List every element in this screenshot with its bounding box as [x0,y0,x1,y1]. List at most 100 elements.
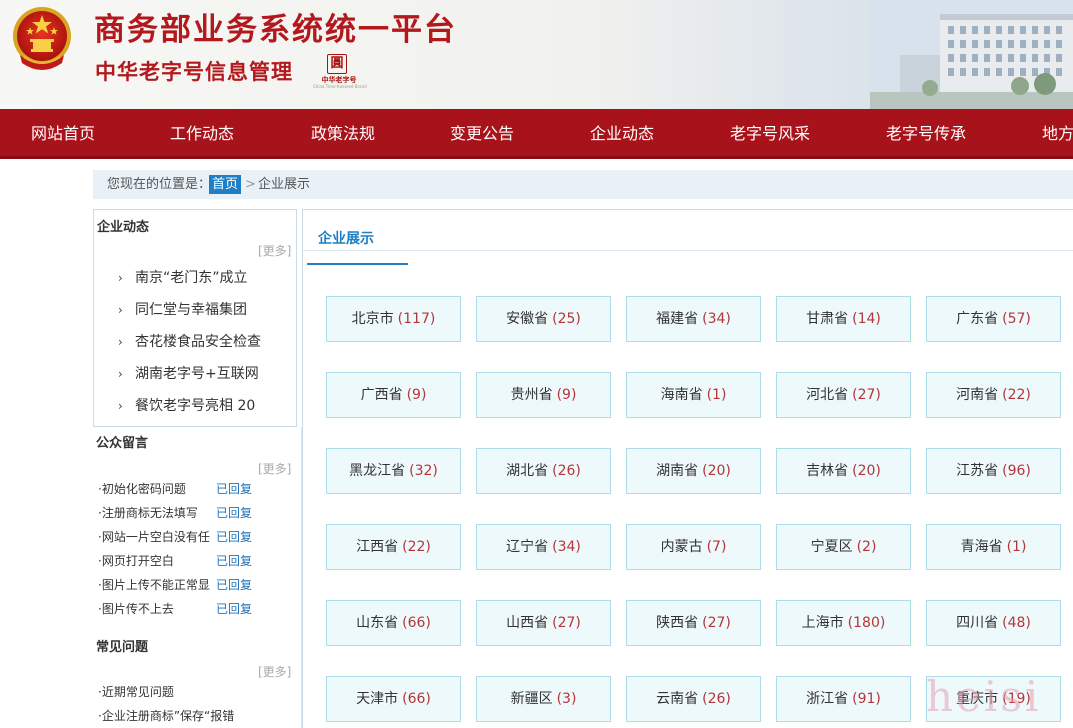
province-button[interactable]: 四川省 (48) [926,600,1061,646]
province-button[interactable]: 江苏省 (96) [926,448,1061,494]
province-count: (20) [852,463,881,479]
province-button[interactable]: 广西省 (9) [326,372,461,418]
message-item[interactable]: ·初始化密码问题 已回复 [98,480,298,498]
news-item[interactable]: › 南京“老门东”成立 [118,267,288,287]
province-name: 北京市 [351,311,394,327]
province-count: (48) [1002,615,1031,631]
province-button[interactable]: 天津市 (66) [326,676,461,722]
province-count: (9) [556,387,577,403]
system-subtitle: 中华老字号信息管理 [95,60,293,84]
news-item[interactable]: › 餐饮老字号亮相 20 [118,395,288,415]
province-button[interactable]: 贵州省 (9) [476,372,611,418]
news-item[interactable]: › 杏花楼食品安全检查 [118,331,288,351]
nav-item-brand-heritage[interactable]: 老字号传承 [886,109,966,156]
province-count: (3) [556,691,577,707]
province-button[interactable]: 河南省 (22) [926,372,1061,418]
province-count: (20) [702,463,731,479]
province-button[interactable]: 吉林省 (20) [776,448,911,494]
province-button[interactable]: 云南省 (26) [626,676,761,722]
chevron-right-icon: › [118,367,123,381]
province-button[interactable]: 宁夏区 (2) [776,524,911,570]
nav-item-work-news[interactable]: 工作动态 [170,109,234,156]
reply-status: 已回复 [216,578,253,592]
province-button[interactable]: 山东省 (66) [326,600,461,646]
company-news-title: 企业动态 [97,220,150,235]
message-item[interactable]: ·注册商标无法填写 已回复 [98,504,298,522]
province-count: (117) [397,311,436,327]
nav-item-local[interactable]: 地方 [1042,109,1073,156]
message-item[interactable]: ·网站一片空白没有任 已回复 [98,528,298,546]
nav-item-policies[interactable]: 政策法规 [311,109,375,156]
province-count: (7) [706,539,727,555]
province-name: 甘肃省 [806,311,849,327]
province-name: 福建省 [656,311,699,327]
province-button[interactable]: 福建省 (34) [626,296,761,342]
faq-item[interactable]: ·企业注册商标”保存“报错 [98,707,298,725]
province-count: (27) [852,387,881,403]
province-button[interactable]: 甘肃省 (14) [776,296,911,342]
province-button[interactable]: 北京市 (117) [326,296,461,342]
faq-item[interactable]: ·近期常见问题 [98,683,298,701]
province-name: 上海市 [801,615,844,631]
company-news-more-link[interactable]: [更多] [258,242,291,259]
reply-status: 已回复 [216,554,253,568]
province-count: (66) [402,691,431,707]
province-button[interactable]: 湖北省 (26) [476,448,611,494]
province-name: 黑龙江省 [349,463,406,479]
nav-item-home[interactable]: 网站首页 [31,109,95,156]
province-name: 四川省 [956,615,999,631]
province-count: (27) [552,615,581,631]
nav-item-change-notices[interactable]: 变更公告 [450,109,514,156]
reply-status: 已回复 [216,530,253,544]
province-name: 海南省 [660,387,703,403]
province-button[interactable]: 广东省 (57) [926,296,1061,342]
province-button[interactable]: 青海省 (1) [926,524,1061,570]
province-button[interactable]: 上海市 (180) [776,600,911,646]
province-button[interactable]: 黑龙江省 (32) [326,448,461,494]
province-name: 内蒙古 [660,539,703,555]
message-item[interactable]: ·图片传不上去 已回复 [98,600,298,618]
province-button[interactable]: 新疆区 (3) [476,676,611,722]
province-button[interactable]: 江西省 (22) [326,524,461,570]
province-name: 河南省 [956,387,999,403]
company-news-panel: 企业动态 [更多] › 南京“老门东”成立 › 同仁堂与幸福集团 › 杏花楼食品安全检… [93,209,297,427]
message-item[interactable]: ·网页打开空白 已回复 [98,552,298,570]
province-button[interactable]: 海南省 (1) [626,372,761,418]
province-count: (25) [552,311,581,327]
nav-item-company-news[interactable]: 企业动态 [590,109,654,156]
province-name: 宁夏区 [810,539,853,555]
site-title: 商务部业务系统统一平台 [94,12,457,48]
faq-title: 常见问题 [96,640,149,655]
brand-logo-english: China Time-honored Brand [313,84,367,89]
province-name: 山西省 [506,615,549,631]
ministry-building-image [870,0,1073,109]
province-name: 湖南省 [656,463,699,479]
province-count: (14) [852,311,881,327]
message-item[interactable]: ·图片上传不能正常显 已回复 [98,576,298,594]
province-button[interactable]: 湖南省 (20) [626,448,761,494]
province-button[interactable]: 内蒙古 (7) [626,524,761,570]
province-button[interactable]: 安徽省 (25) [476,296,611,342]
province-name: 天津市 [356,691,399,707]
province-name: 辽宁省 [506,539,549,555]
province-count: (180) [847,615,886,631]
tab-enterprise-showcase[interactable]: 企业展示 [318,228,374,248]
province-name: 山东省 [356,615,399,631]
breadcrumb-home-link[interactable]: 首页 [209,175,242,194]
province-count: (34) [552,539,581,555]
province-count: (22) [1002,387,1031,403]
province-name: 河北省 [806,387,849,403]
province-button[interactable]: 陕西省 (27) [626,600,761,646]
province-button[interactable]: 辽宁省 (34) [476,524,611,570]
news-item[interactable]: › 湖南老字号+互联网 [118,363,288,383]
public-messages-more-link[interactable]: [更多] [258,460,291,477]
faq-more-link[interactable]: [更多] [258,663,291,680]
main-nav: 网站首页 工作动态 政策法规 变更公告 企业动态 老字号风采 老字号传承 地方 [0,109,1073,159]
province-button[interactable]: 山西省 (27) [476,600,611,646]
nav-item-brand-showcase[interactable]: 老字号风采 [730,109,810,156]
province-name: 安徽省 [506,311,549,327]
news-item[interactable]: › 同仁堂与幸福集团 [118,299,288,319]
province-button[interactable]: 河北省 (27) [776,372,911,418]
province-button[interactable]: 浙江省 (91) [776,676,911,722]
province-name: 吉林省 [806,463,849,479]
